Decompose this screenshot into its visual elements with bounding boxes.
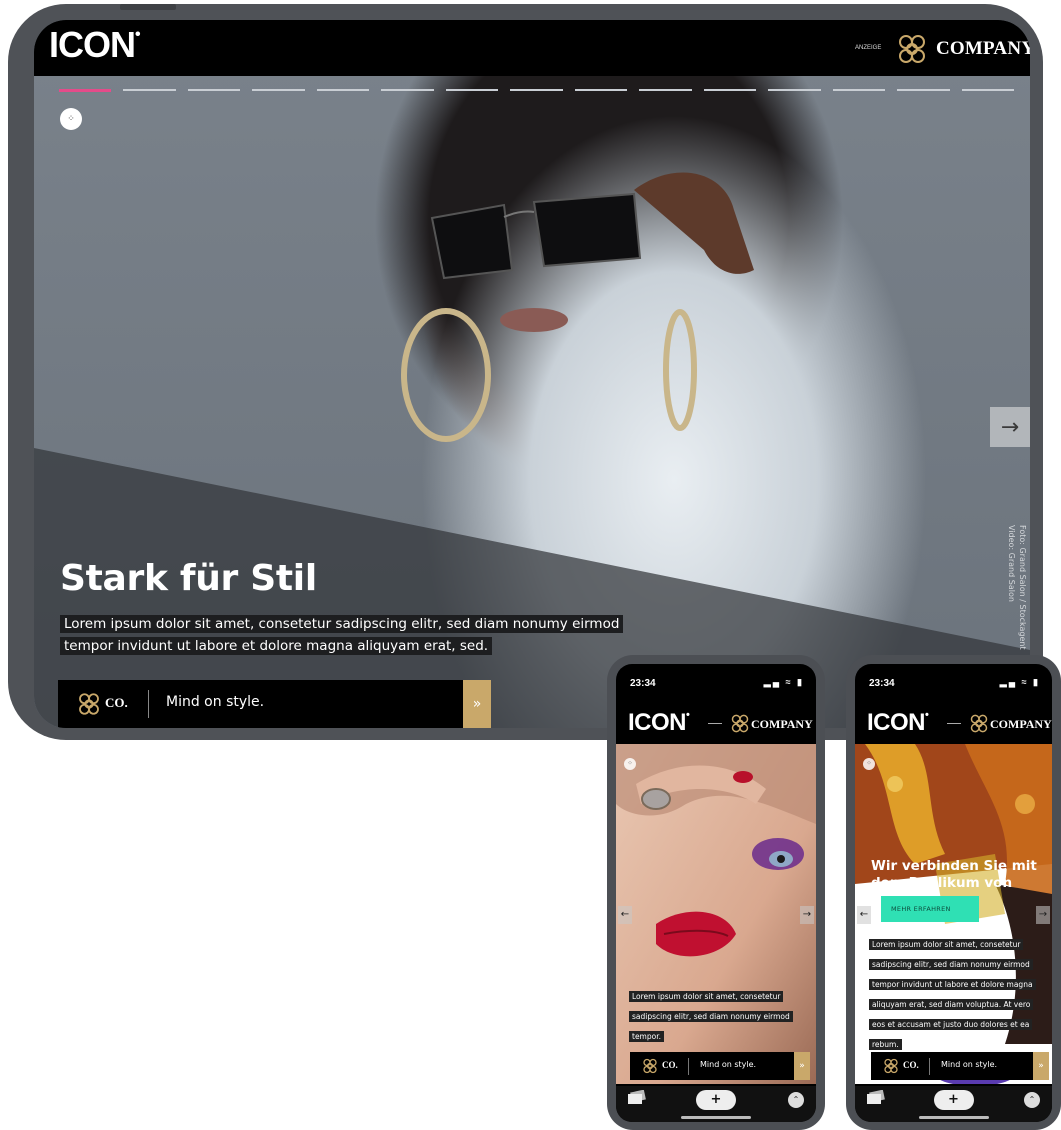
ad-brand: CO. bbox=[105, 695, 128, 710]
progress-segment[interactable] bbox=[252, 89, 305, 91]
next-slide-button[interactable]: → bbox=[990, 407, 1030, 447]
tablet-screen: ICON• ANZEIGE COMPANY ⁘ → Foto: Grand Sa… bbox=[34, 20, 1030, 728]
hero-image: ⁘ ← → Lorem ipsum dolor sit amet, conset… bbox=[616, 744, 816, 1084]
tablet-camera-bump bbox=[120, 4, 176, 10]
bottom-toolbar: + ⌃ bbox=[616, 1086, 816, 1122]
ad-divider bbox=[148, 690, 149, 718]
company-wordmark[interactable]: COMPANY bbox=[936, 38, 1030, 60]
earring-right bbox=[663, 309, 697, 431]
progress-segment[interactable] bbox=[187, 89, 241, 91]
progress-segment[interactable] bbox=[897, 89, 950, 91]
progress-segment[interactable] bbox=[639, 89, 692, 91]
status-bar: 23:34 ▂▄ ≈ ▮ bbox=[855, 664, 1052, 704]
progress-segment[interactable] bbox=[832, 89, 886, 91]
phone-screen-2: 23:34 ▂▄ ≈ ▮ ICON• COMPANY ⁘ ← → Wir ver… bbox=[855, 664, 1052, 1122]
grid-dots-icon[interactable]: ⁘ bbox=[863, 758, 875, 770]
ad-divider bbox=[929, 1058, 930, 1075]
ad-bar[interactable]: CO. Mind on style. bbox=[871, 1052, 1034, 1080]
progress-segment[interactable] bbox=[961, 89, 1015, 91]
scroll-up-button[interactable]: ⌃ bbox=[1024, 1092, 1040, 1108]
prev-slide-button[interactable]: ← bbox=[618, 906, 632, 924]
site-header: ICON• ANZEIGE COMPANY bbox=[34, 20, 1030, 76]
ad-brand: CO. bbox=[903, 1060, 919, 1070]
sunglasses-right-lens bbox=[532, 192, 642, 268]
company-mark-icon bbox=[970, 714, 988, 733]
progress-segment[interactable] bbox=[703, 89, 757, 91]
home-indicator bbox=[681, 1116, 751, 1119]
progress-segment[interactable] bbox=[381, 89, 434, 91]
company-mark-icon bbox=[731, 714, 749, 733]
grid-dots-icon[interactable]: ⁘ bbox=[60, 108, 82, 130]
hand-shape bbox=[634, 172, 754, 274]
ad-divider bbox=[688, 1058, 689, 1075]
hero-headline: Stark für Stil bbox=[60, 558, 317, 599]
status-icons: ▂▄ ≈ ▮ bbox=[763, 677, 804, 687]
scroll-up-button[interactable]: ⌃ bbox=[788, 1092, 804, 1108]
learn-more-button[interactable]: MEHR ERFAHREN bbox=[881, 896, 979, 922]
ad-tagline: Mind on style. bbox=[166, 694, 265, 710]
progress-segment-active[interactable] bbox=[59, 89, 112, 92]
next-slide-button[interactable]: → bbox=[800, 906, 814, 924]
home-indicator bbox=[918, 1116, 989, 1119]
bottom-toolbar: + ⌃ bbox=[855, 1086, 1052, 1122]
status-icons: ▂▄ ≈ ▮ bbox=[999, 677, 1040, 687]
phone-screen-1: 23:34 ▂▄ ≈ ▮ ICON• COMPANY ⁘ ← → Lorem i… bbox=[616, 664, 816, 1122]
site-header: ICON• COMPANY bbox=[855, 704, 1052, 744]
ad-label-line bbox=[947, 723, 961, 724]
status-time: 23:34 bbox=[630, 678, 656, 689]
hero-body-text: Lorem ipsum dolor sit amet, consetetur s… bbox=[869, 932, 1043, 1052]
sunglasses-bridge bbox=[503, 210, 535, 218]
sunglasses-left-lens bbox=[430, 203, 514, 280]
company-wordmark[interactable]: COMPANY bbox=[751, 717, 813, 732]
ad-bar[interactable]: CO. Mind on style. bbox=[630, 1052, 796, 1080]
co-mark-icon bbox=[884, 1058, 898, 1074]
ad-bar[interactable]: CO. Mind on style. bbox=[58, 680, 490, 728]
phone-device-2: 23:34 ▂▄ ≈ ▮ ICON• COMPANY ⁘ ← → Wir ver… bbox=[846, 655, 1061, 1130]
ad-label-line bbox=[708, 723, 722, 724]
prev-slide-button[interactable]: ← bbox=[857, 906, 871, 924]
co-mark-icon bbox=[79, 693, 99, 715]
hero-body-text: Lorem ipsum dolor sit amet, consetetur s… bbox=[629, 984, 807, 1044]
slide-progress bbox=[59, 89, 1015, 92]
earring-left bbox=[401, 308, 491, 442]
lips-shape bbox=[500, 308, 568, 332]
site-header: ICON• COMPANY bbox=[616, 704, 816, 744]
status-time: 23:34 bbox=[869, 678, 895, 689]
ad-tagline: Mind on style. bbox=[941, 1060, 998, 1069]
status-bar: 23:34 ▂▄ ≈ ▮ bbox=[616, 664, 816, 704]
progress-segment[interactable] bbox=[445, 89, 499, 91]
ad-brand: CO. bbox=[662, 1060, 678, 1070]
grid-dots-icon[interactable]: ⁘ bbox=[624, 758, 636, 770]
stack-icon[interactable] bbox=[626, 1090, 648, 1106]
stack-icon[interactable] bbox=[865, 1090, 887, 1106]
progress-segment[interactable] bbox=[123, 89, 176, 91]
add-button[interactable]: + bbox=[933, 1090, 974, 1110]
progress-segment[interactable] bbox=[316, 89, 370, 91]
phone-device-1: 23:34 ▂▄ ≈ ▮ ICON• COMPANY ⁘ ← → Lorem i… bbox=[607, 655, 825, 1130]
company-mark-icon bbox=[899, 35, 925, 63]
co-mark-icon bbox=[643, 1058, 657, 1074]
ad-cta-button[interactable]: » bbox=[1033, 1052, 1049, 1080]
ad-cta-button[interactable]: » bbox=[463, 680, 491, 728]
add-button[interactable]: + bbox=[696, 1090, 736, 1110]
ad-tagline: Mind on style. bbox=[700, 1060, 757, 1069]
icon-logo[interactable]: ICON• bbox=[628, 709, 690, 737]
icon-logo[interactable]: ICON• bbox=[867, 709, 929, 737]
company-wordmark[interactable]: COMPANY bbox=[990, 717, 1052, 732]
tablet-device: ICON• ANZEIGE COMPANY ⁘ → Foto: Grand Sa… bbox=[8, 4, 1043, 740]
hero-body-text: Lorem ipsum dolor sit amet, consetetur s… bbox=[60, 613, 650, 657]
ad-label: ANZEIGE bbox=[855, 45, 882, 51]
progress-segment[interactable] bbox=[768, 89, 821, 91]
photo-credit: Foto: Grand Salon / Stockagent Video: Gr… bbox=[1007, 525, 1027, 650]
ad-cta-button[interactable]: » bbox=[794, 1052, 810, 1080]
icon-logo[interactable]: ICON• bbox=[49, 24, 141, 66]
progress-segment[interactable] bbox=[574, 89, 628, 91]
progress-segment[interactable] bbox=[510, 89, 563, 91]
